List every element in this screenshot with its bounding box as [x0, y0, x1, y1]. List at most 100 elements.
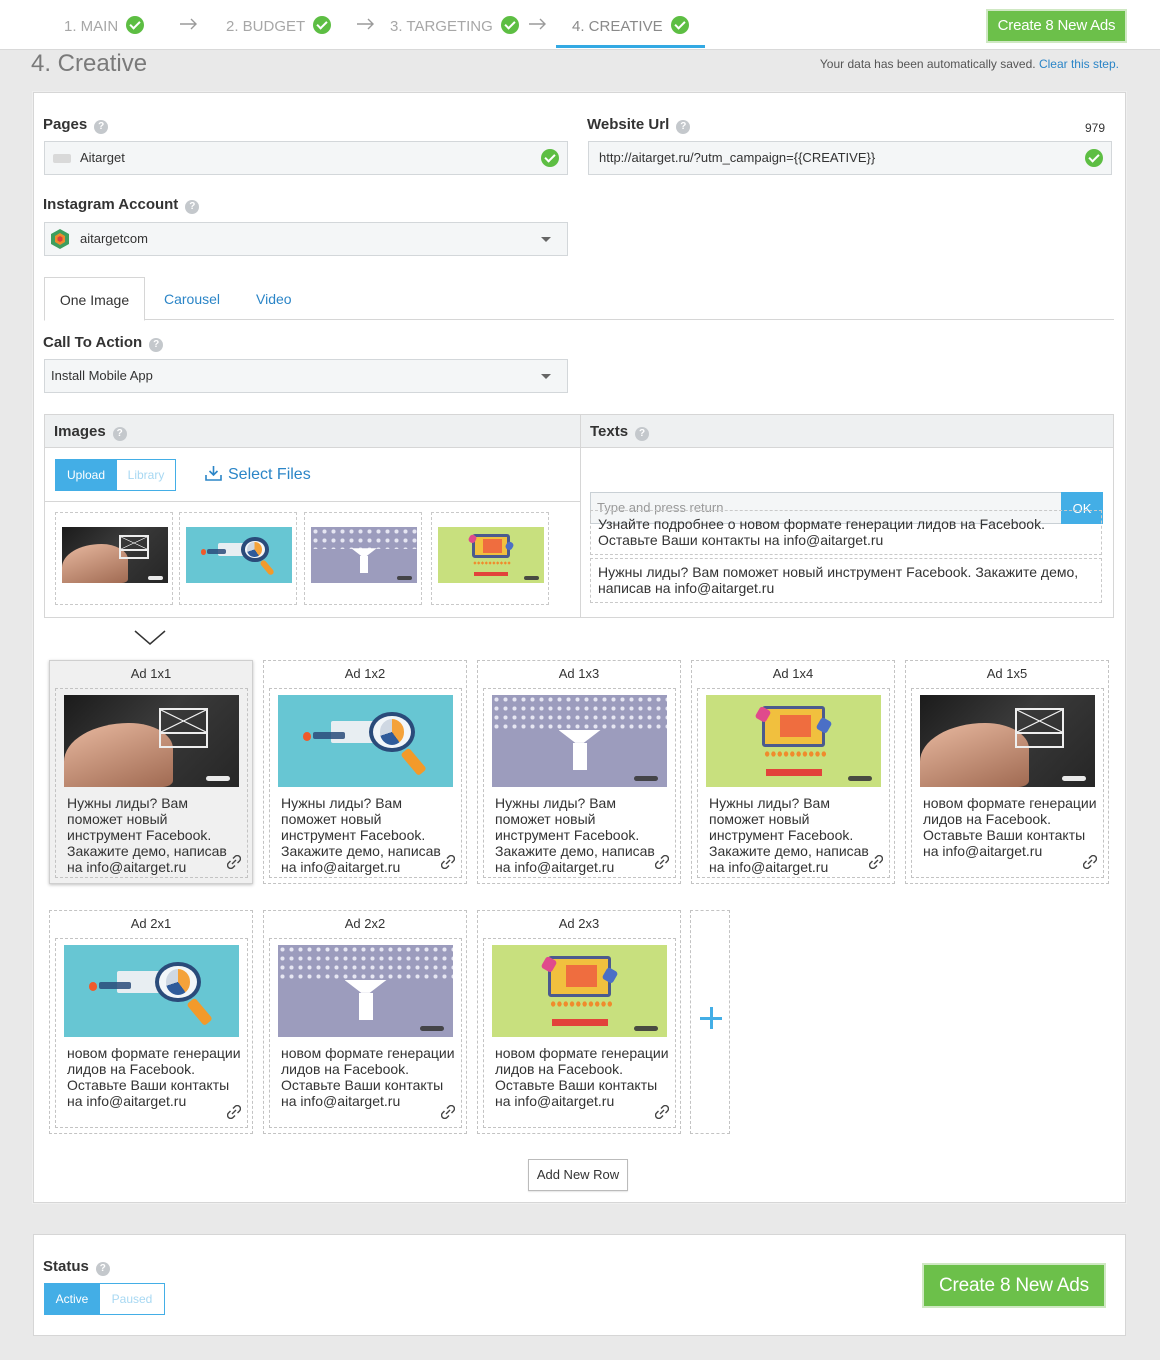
tab-one-image[interactable]: One Image — [44, 277, 145, 321]
hand-envelope-image — [64, 695, 239, 787]
website-url-label: Website Url? — [587, 116, 691, 134]
help-icon[interactable]: ? — [185, 200, 200, 214]
ad-preview: новом формате генерации лидов на Faceboo… — [55, 938, 248, 1128]
link-icon[interactable] — [227, 1105, 241, 1119]
instagram-value: aitargetcom — [80, 231, 148, 246]
ad-card[interactable]: Ad 1x5 новом формате генерации лидов на … — [905, 660, 1109, 884]
wizard-step-label: 2. BUDGET — [226, 18, 306, 35]
status-label: Status? — [43, 1258, 110, 1276]
help-icon[interactable]: ? — [94, 120, 109, 134]
ad-text: Нужны лиды? Вам поможет новый инструмент… — [67, 795, 227, 875]
ad-card[interactable]: Ad 1x1 Нужны лиды? Вам поможет новый инс… — [49, 660, 253, 884]
library-toggle[interactable]: Library — [116, 459, 176, 491]
funnel-image — [311, 527, 417, 583]
pages-field[interactable]: Aitarget — [44, 141, 568, 175]
link-icon[interactable] — [441, 1105, 455, 1119]
creative-panel: Pages? Aitarget Website Url? 979 http://… — [33, 92, 1126, 1203]
arrow-right-icon — [180, 18, 197, 30]
instagram-account-icon — [51, 229, 69, 249]
ad-text: новом формате генерации лидов на Faceboo… — [923, 795, 1097, 859]
wizard-step-creative[interactable]: 4. CREATIVE — [556, 0, 705, 48]
add-new-row-button[interactable]: Add New Row — [528, 1159, 628, 1191]
ad-title: Ad 1x2 — [344, 666, 386, 681]
pages-label: Pages? — [43, 116, 109, 134]
create-ads-button[interactable]: Create 8 New Ads — [986, 9, 1127, 43]
link-icon[interactable] — [655, 1105, 669, 1119]
link-icon[interactable] — [441, 855, 455, 869]
wizard-step-main[interactable]: 1. MAIN — [64, 0, 145, 48]
instagram-account-select[interactable]: aitargetcom — [44, 222, 568, 256]
magnifier-chart-image — [64, 945, 239, 1037]
help-icon[interactable]: ? — [635, 427, 650, 441]
link-icon[interactable] — [1083, 855, 1097, 869]
website-url-value: http://aitarget.ru/?utm_campaign={{CREAT… — [599, 150, 876, 165]
call-to-action-select[interactable]: Install Mobile App — [44, 359, 568, 393]
ad-title: Ad 2x2 — [344, 916, 386, 931]
link-icon[interactable] — [655, 855, 669, 869]
select-files-button[interactable]: Select Files — [205, 465, 311, 484]
ad-card[interactable]: Ad 2x2 новом формате генерации лидов на … — [263, 910, 467, 1134]
tab-carousel[interactable]: Carousel — [164, 277, 220, 320]
help-icon[interactable]: ? — [112, 427, 127, 441]
ad-text: новом формате генерации лидов на Faceboo… — [281, 1045, 455, 1109]
ad-title: Ad 2x3 — [558, 916, 600, 931]
hand-envelope-image — [920, 695, 1095, 787]
help-icon[interactable]: ? — [95, 1262, 110, 1276]
cta-label-text: Call To Action — [43, 334, 143, 351]
image-thumb-slot[interactable] — [55, 512, 173, 605]
create-ads-button[interactable]: Create 8 New Ads — [922, 1263, 1106, 1308]
add-column-button[interactable] — [690, 910, 730, 1134]
autosave-notice: Your data has been automatically saved. … — [820, 57, 1119, 71]
check-icon — [126, 16, 145, 34]
image-thumb-slot[interactable] — [179, 512, 297, 605]
ad-card[interactable]: Ad 1x2 Нужны лиды? Вам поможет новый инс… — [263, 660, 467, 884]
upload-toggle[interactable]: Upload — [55, 459, 117, 491]
instagram-label-text: Instagram Account — [43, 196, 179, 213]
ad-title: Ad 1x5 — [986, 666, 1028, 681]
ad-card[interactable]: Ad 2x1 новом формате генерации лидов на … — [49, 910, 253, 1134]
pages-value: Aitarget — [80, 150, 125, 165]
pages-label-text: Pages — [43, 116, 88, 133]
website-label-text: Website Url — [587, 116, 670, 133]
status-label-text: Status — [43, 1258, 89, 1275]
clear-step-link[interactable]: Clear this step. — [1039, 57, 1119, 71]
page-title: 4. Creative — [31, 50, 148, 77]
ad-preview: новом формате генерации лидов на Faceboo… — [911, 688, 1104, 878]
ad-text: новом формате генерации лидов на Faceboo… — [495, 1045, 669, 1109]
texts-title: Texts — [590, 423, 629, 440]
tab-video[interactable]: Video — [256, 277, 292, 320]
help-icon[interactable]: ? — [676, 120, 691, 134]
page-logo-icon — [53, 154, 71, 163]
text-item[interactable]: Нужны лиды? Вам поможет новый инструмент… — [590, 558, 1102, 603]
ad-preview: Нужны лиды? Вам поможет новый инструмент… — [55, 688, 248, 878]
image-thumb-slot[interactable] — [431, 512, 549, 605]
wizard-step-label: 4. CREATIVE — [572, 18, 663, 35]
ad-title: Ad 1x3 — [558, 666, 600, 681]
ad-preview: Нужны лиды? Вам поможет новый инструмент… — [269, 688, 462, 878]
help-icon[interactable]: ? — [149, 338, 164, 352]
status-paused-toggle[interactable]: Paused — [99, 1283, 165, 1315]
ab-testing-image — [492, 945, 667, 1037]
image-thumb-slot[interactable] — [304, 512, 422, 605]
link-icon[interactable] — [869, 855, 883, 869]
wizard-bar: 1. MAIN 2. BUDGET 3. TARGETING 4. CREATI… — [0, 0, 1160, 50]
funnel-image — [278, 945, 453, 1037]
link-icon[interactable] — [227, 855, 241, 869]
ad-card[interactable]: Ad 2x3 новом формате генерации лидов на … — [477, 910, 681, 1134]
website-url-input[interactable]: http://aitarget.ru/?utm_campaign={{CREAT… — [588, 141, 1112, 175]
ad-preview: Нужны лиды? Вам поможет новый инструмент… — [483, 688, 676, 878]
ad-text: Нужны лиды? Вам поможет новый инструмент… — [709, 795, 869, 875]
wizard-step-budget[interactable]: 2. BUDGET — [226, 0, 332, 48]
wizard-step-targeting[interactable]: 3. TARGETING — [390, 0, 519, 48]
status-active-toggle[interactable]: Active — [44, 1283, 100, 1315]
ab-testing-image — [706, 695, 881, 787]
arrow-right-icon — [357, 18, 374, 30]
creative-type-tabs: One Image Carousel Video — [44, 277, 1114, 321]
ad-card[interactable]: Ad 1x3 Нужны лиды? Вам поможет новый инс… — [477, 660, 681, 884]
chevron-down-icon[interactable] — [134, 629, 166, 647]
images-texts-box: Images? Texts? Upload Library Select Fil… — [44, 414, 1114, 618]
download-icon — [205, 466, 222, 481]
ad-card[interactable]: Ad 1x4 Нужны лиды? Вам поможет новый инс… — [691, 660, 895, 884]
chevron-down-icon — [541, 237, 551, 242]
text-item[interactable]: Узнайте подробнее о новом формате генера… — [590, 510, 1102, 555]
